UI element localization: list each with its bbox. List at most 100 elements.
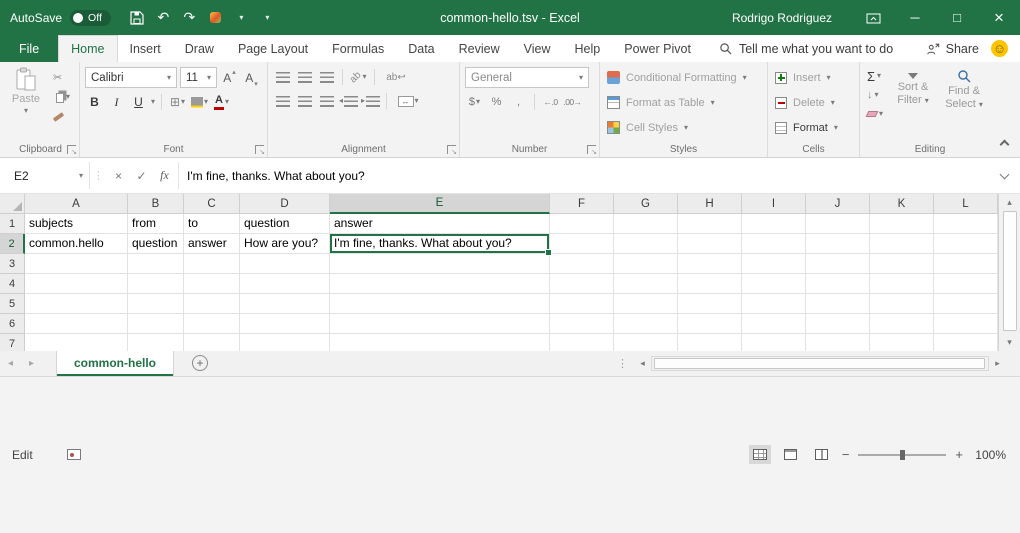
- format-cells-button[interactable]: Format ▾: [773, 117, 854, 138]
- row-header-1[interactable]: 1: [0, 214, 25, 234]
- fill-button[interactable]: ↓▾: [865, 87, 885, 103]
- orientation-button[interactable]: ab▾: [349, 67, 368, 87]
- fill-color-button[interactable]: ▾: [190, 92, 209, 112]
- cell-L4[interactable]: [934, 274, 998, 294]
- row-header-3[interactable]: 3: [0, 254, 25, 274]
- cell-G2[interactable]: [614, 234, 678, 254]
- cell-B3[interactable]: [128, 254, 184, 274]
- cell-E5[interactable]: [330, 294, 550, 314]
- cell-H6[interactable]: [678, 314, 742, 334]
- sort-filter-button[interactable]: Sort & Filter ▾: [890, 67, 936, 122]
- cell-K6[interactable]: [870, 314, 934, 334]
- tab-formulas[interactable]: Formulas: [320, 35, 396, 62]
- sheet-tab-common-hello[interactable]: common-hello: [56, 351, 174, 376]
- align-right-button[interactable]: [317, 91, 336, 111]
- cell-F3[interactable]: [550, 254, 614, 274]
- increase-decimal-button[interactable]: ←.0: [541, 92, 560, 112]
- horizontal-scroll-track[interactable]: [651, 356, 989, 371]
- cell-I3[interactable]: [742, 254, 806, 274]
- cell-G1[interactable]: [614, 214, 678, 234]
- accounting-format-button[interactable]: $▾: [465, 92, 484, 112]
- align-middle-button[interactable]: [295, 67, 314, 87]
- minimize-button[interactable]: ─: [894, 0, 936, 35]
- align-top-button[interactable]: [273, 67, 292, 87]
- cell-D5[interactable]: [240, 294, 330, 314]
- cell-J2[interactable]: [806, 234, 870, 254]
- column-header-I[interactable]: I: [742, 194, 806, 214]
- cell-A7[interactable]: [25, 334, 128, 351]
- cell-D3[interactable]: [240, 254, 330, 274]
- cell-H2[interactable]: [678, 234, 742, 254]
- cell-C3[interactable]: [184, 254, 240, 274]
- cell-I1[interactable]: [742, 214, 806, 234]
- scroll-up-icon[interactable]: ▴: [1007, 197, 1012, 208]
- cell-G7[interactable]: [614, 334, 678, 351]
- conditional-formatting-button[interactable]: Conditional Formatting ▾: [605, 67, 762, 88]
- cell-E3[interactable]: [330, 254, 550, 274]
- cell-H1[interactable]: [678, 214, 742, 234]
- column-header-F[interactable]: F: [550, 194, 614, 214]
- cell-B4[interactable]: [128, 274, 184, 294]
- zoom-slider[interactable]: [858, 454, 946, 456]
- user-name[interactable]: Rodrigo Rodriguez: [732, 11, 832, 25]
- cell-B7[interactable]: [128, 334, 184, 351]
- cell-G4[interactable]: [614, 274, 678, 294]
- cell-K7[interactable]: [870, 334, 934, 351]
- name-box[interactable]: E2 ▾: [2, 162, 90, 189]
- cell-E1[interactable]: answer: [330, 214, 550, 234]
- zoom-in-button[interactable]: +: [955, 447, 963, 462]
- page-layout-view-button[interactable]: [780, 445, 802, 464]
- redo-button[interactable]: ↷: [178, 6, 201, 30]
- tab-review[interactable]: Review: [447, 35, 512, 62]
- clipboard-dialog-launcher[interactable]: ↘: [67, 145, 76, 154]
- cell-I5[interactable]: [742, 294, 806, 314]
- macro-record-button[interactable]: [67, 449, 81, 460]
- underline-dropdown-icon[interactable]: ▾: [151, 98, 155, 106]
- row-header-4[interactable]: 4: [0, 274, 25, 294]
- insert-cells-button[interactable]: Insert ▾: [773, 67, 854, 88]
- column-header-J[interactable]: J: [806, 194, 870, 214]
- decrease-decimal-button[interactable]: .00→: [563, 92, 582, 112]
- cut-button[interactable]: ✂: [51, 69, 72, 85]
- ribbon-display-options-button[interactable]: [852, 0, 894, 35]
- cancel-button[interactable]: ×: [107, 169, 130, 183]
- column-header-C[interactable]: C: [184, 194, 240, 214]
- align-center-button[interactable]: [295, 91, 314, 111]
- previous-sheet-button[interactable]: ◂: [0, 351, 21, 376]
- tab-home[interactable]: Home: [58, 35, 117, 62]
- decrease-indent-button[interactable]: ◂: [339, 91, 358, 111]
- align-bottom-button[interactable]: [317, 67, 336, 87]
- tab-view[interactable]: View: [512, 35, 563, 62]
- cell-G3[interactable]: [614, 254, 678, 274]
- tab-insert[interactable]: Insert: [118, 35, 173, 62]
- cell-H4[interactable]: [678, 274, 742, 294]
- row-header-6[interactable]: 6: [0, 314, 25, 334]
- format-painter-button[interactable]: [51, 109, 72, 125]
- column-header-H[interactable]: H: [678, 194, 742, 214]
- column-header-D[interactable]: D: [240, 194, 330, 214]
- cell-B5[interactable]: [128, 294, 184, 314]
- cell-J5[interactable]: [806, 294, 870, 314]
- cell-C4[interactable]: [184, 274, 240, 294]
- cell-J6[interactable]: [806, 314, 870, 334]
- cell-A6[interactable]: [25, 314, 128, 334]
- tab-bar-splitter[interactable]: ⋮: [611, 357, 634, 370]
- tab-power-pivot[interactable]: Power Pivot: [612, 35, 703, 62]
- close-button[interactable]: ×: [978, 0, 1020, 35]
- wrap-text-button[interactable]: ab↩: [381, 67, 411, 87]
- cell-L6[interactable]: [934, 314, 998, 334]
- comma-style-button[interactable]: ,: [509, 92, 528, 112]
- cell-K1[interactable]: [870, 214, 934, 234]
- scroll-right-icon[interactable]: ▸: [989, 358, 1006, 369]
- tab-page-layout[interactable]: Page Layout: [226, 35, 320, 62]
- zoom-level[interactable]: 100%: [972, 448, 1006, 462]
- copy-button[interactable]: ▾: [51, 89, 72, 105]
- cell-E4[interactable]: [330, 274, 550, 294]
- formula-bar-splitter[interactable]: ⋮: [90, 169, 107, 182]
- column-header-L[interactable]: L: [934, 194, 998, 214]
- cell-J1[interactable]: [806, 214, 870, 234]
- cell-J3[interactable]: [806, 254, 870, 274]
- decrease-font-size-button[interactable]: A▾: [242, 68, 261, 88]
- cell-K3[interactable]: [870, 254, 934, 274]
- underline-button[interactable]: U: [129, 92, 148, 112]
